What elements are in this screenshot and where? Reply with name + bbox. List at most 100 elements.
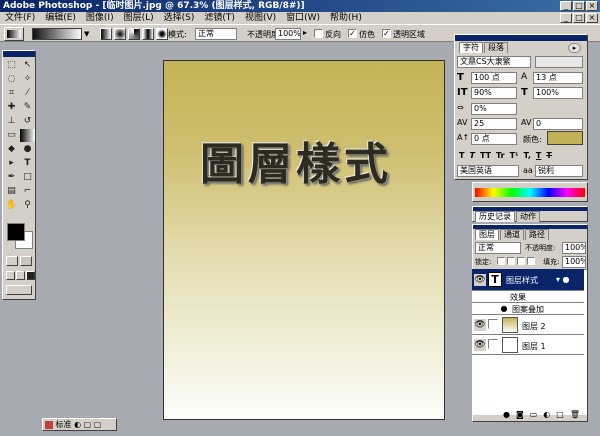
close-button[interactable]: × [586,1,598,11]
effect-eye-icon[interactable]: ● [498,303,510,315]
tab-history[interactable]: 历史记录 [475,211,515,222]
menu-view[interactable]: 视图(V) [240,12,281,24]
magic-wand-tool-icon[interactable]: ✧ [20,73,35,86]
subscript-button[interactable]: T, [524,151,531,160]
lock-transparency-icon[interactable] [497,257,505,265]
menu-window[interactable]: 窗口(W) [281,12,325,24]
opacity-input[interactable]: 100% [275,28,301,40]
trash-icon[interactable]: 🗑 [570,410,580,420]
gradient-tool-icon[interactable] [20,129,35,142]
tab-layers[interactable]: 图层 [475,229,499,240]
transparency-checkbox[interactable]: ✓ [382,29,391,38]
crop-tool-icon[interactable]: ⌗ [4,87,19,100]
shape-tool-icon[interactable]: □ [20,171,35,184]
lock-position-icon[interactable] [517,257,525,265]
strikethrough-button[interactable]: T [546,151,551,160]
eye-icon[interactable]: 👁 [474,319,486,331]
eraser-tool-icon[interactable]: ▭ [4,129,19,142]
healing-brush-icon[interactable]: ✚ [4,101,19,114]
slice-tool-icon[interactable]: ⁄ [20,87,35,100]
superscript-button[interactable]: T¹ [510,151,519,160]
minimize-button[interactable]: _ [560,1,572,11]
eye-icon[interactable]: 👁 [474,274,486,286]
zoom-tool-icon[interactable]: ⚲ [20,199,35,212]
tab-actions[interactable]: 动作 [516,211,540,222]
mode-select[interactable]: 正常 [195,28,237,40]
pen-tool-icon[interactable]: ✒ [4,171,19,184]
restore-icon[interactable]: ◐ ▢ ▢ [74,420,101,429]
underline-button[interactable]: T [536,151,541,160]
tracking-pct-input[interactable]: 0% [471,103,517,115]
marquee-tool-icon[interactable]: ⬚ [4,59,19,72]
standard-mode-icon[interactable] [6,256,18,266]
lasso-tool-icon[interactable]: ◌ [4,73,19,86]
gradient-picker[interactable] [32,28,82,40]
doc-minimize-button[interactable]: _ [560,13,572,23]
font-family-select[interactable]: 文鼎CS大隶繁 [457,56,531,68]
baseline-input[interactable]: 0 点 [471,133,517,145]
anti-alias-select[interactable]: 锐利 [535,165,583,177]
lock-all-icon[interactable] [527,257,535,265]
faux-bold-button[interactable]: T [459,151,464,160]
small-caps-button[interactable]: Tr [496,151,505,160]
hand-tool-icon[interactable]: ✋ [4,199,19,212]
menu-select[interactable]: 选择(S) [159,12,200,24]
layer-name[interactable]: 图层 2 [522,321,546,332]
opacity-arrow-icon[interactable]: ▸ [303,28,307,37]
blur-tool-icon[interactable]: ◆ [4,143,19,156]
eye-icon[interactable]: 👁 [474,339,486,351]
history-brush-icon[interactable]: ↺ [20,115,35,128]
horizontal-scale-input[interactable]: 100% [533,87,583,99]
link-box[interactable] [488,319,498,329]
menu-layer[interactable]: 图层(L) [119,12,159,24]
type-tool-icon[interactable]: T [20,157,35,170]
doc-close-button[interactable]: × [586,13,598,23]
menu-file[interactable]: 文件(F) [0,12,40,24]
path-select-icon[interactable]: ▸ [4,157,19,170]
foreground-color-swatch[interactable] [7,223,25,241]
notes-tool-icon[interactable]: ▤ [4,185,19,198]
reflected-gradient-icon[interactable] [142,28,154,40]
layer-row[interactable]: ● 图案叠加 [472,303,584,315]
adjustment-layer-icon[interactable]: ◐ [543,410,550,420]
reverse-checkbox[interactable] [314,29,323,38]
radial-gradient-icon[interactable] [114,28,126,40]
layer-row[interactable]: 👁 图层 1 [472,335,584,355]
leading-input[interactable]: 13 点 [533,72,583,84]
vertical-scale-input[interactable]: 90% [471,87,517,99]
tracking-input[interactable]: 0 [533,118,583,130]
layer-row[interactable]: 效果 [472,291,584,303]
color-spectrum-bar[interactable] [475,188,585,197]
effects-icon[interactable]: ▾ ● [556,275,570,284]
fill-input[interactable]: 100% [562,256,586,268]
doc-maximize-button[interactable]: □ [573,13,585,23]
panel-menu-button[interactable]: ▸ [568,43,581,53]
diamond-gradient-icon[interactable] [156,28,168,40]
layer-row[interactable]: 👁 T 图层样式 ▾ ● [472,269,584,291]
menu-edit[interactable]: 编辑(E) [40,12,81,24]
maximize-button[interactable]: □ [573,1,585,11]
menu-image[interactable]: 图像(I) [81,12,119,24]
dither-checkbox[interactable]: ✓ [348,29,357,38]
brush-tool-icon[interactable]: ✎ [20,101,35,114]
link-box[interactable] [488,339,498,349]
layer-style-icon[interactable]: ● [503,410,510,420]
menu-help[interactable]: 帮助(H) [325,12,367,24]
linear-gradient-icon[interactable] [100,28,112,40]
menu-filter[interactable]: 滤镜(T) [199,12,240,24]
quick-mask-icon[interactable] [20,256,32,266]
layer-mask-icon[interactable]: ◙ [516,410,524,420]
move-tool-icon[interactable]: ↖ [20,59,35,72]
lock-image-icon[interactable] [507,257,515,265]
tab-channels[interactable]: 通道 [500,229,524,240]
layer-set-icon[interactable]: ▭ [530,410,538,420]
tab-character[interactable]: 字符 [459,42,483,53]
screen-mode-full-icon[interactable] [26,271,35,280]
layer-row[interactable]: 👁 图层 2 [472,315,584,335]
tool-preset-button[interactable] [4,27,24,41]
font-style-select[interactable] [535,56,583,68]
language-select[interactable]: 美国英语 [457,165,519,177]
kerning-input[interactable]: 25 [471,118,517,130]
layer-opacity-input[interactable]: 100% [562,242,586,254]
dodge-tool-icon[interactable]: ● [20,143,35,156]
